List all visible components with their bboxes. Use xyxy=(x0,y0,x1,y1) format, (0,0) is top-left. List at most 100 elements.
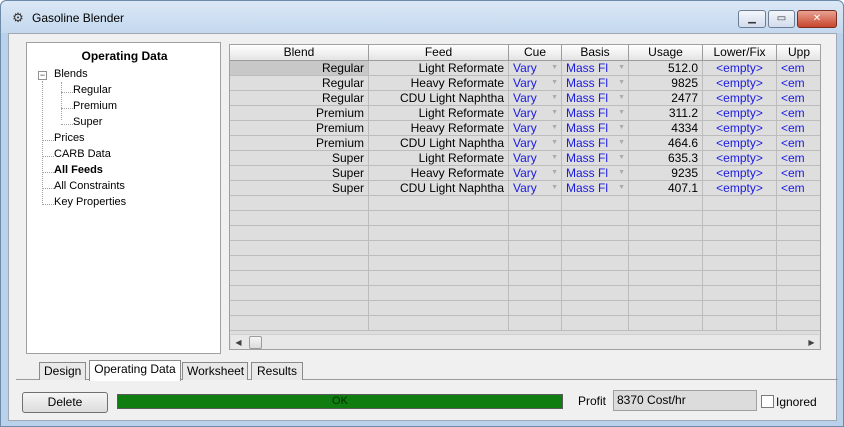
tree-item-carb-data[interactable]: CARB Data xyxy=(54,148,111,160)
cell-cue[interactable]: Vary ▼ xyxy=(509,76,562,91)
cell-upper[interactable]: <em xyxy=(777,121,820,136)
dropdown-arrow-icon[interactable]: ▼ xyxy=(551,106,558,120)
cell-lower-fix[interactable]: <empty> xyxy=(703,121,777,136)
cell-usage[interactable]: 635.3 xyxy=(629,151,703,166)
empty-cell[interactable] xyxy=(509,226,562,241)
empty-cell[interactable] xyxy=(703,271,777,286)
empty-cell[interactable] xyxy=(629,256,703,271)
empty-cell[interactable] xyxy=(777,226,820,241)
cell-cue[interactable]: Vary ▼ xyxy=(509,136,562,151)
column-header-feed[interactable]: Feed xyxy=(369,45,509,61)
empty-cell[interactable] xyxy=(629,301,703,316)
cell-blend[interactable]: Regular xyxy=(230,61,369,76)
empty-cell[interactable] xyxy=(230,241,369,256)
cell-blend[interactable]: Regular xyxy=(230,91,369,106)
cell-basis[interactable]: Mass Fl ▼ xyxy=(562,181,629,196)
cell-basis[interactable]: Mass Fl ▼ xyxy=(562,136,629,151)
dropdown-arrow-icon[interactable]: ▼ xyxy=(618,106,625,120)
dropdown-arrow-icon[interactable]: ▼ xyxy=(618,151,625,165)
cell-lower-fix[interactable]: <empty> xyxy=(703,151,777,166)
empty-cell[interactable] xyxy=(369,256,509,271)
cell-usage[interactable]: 311.2 xyxy=(629,106,703,121)
empty-cell[interactable] xyxy=(703,256,777,271)
cell-upper[interactable]: <em xyxy=(777,106,820,121)
column-header-lower-fix[interactable]: Lower/Fix xyxy=(703,45,777,61)
empty-cell[interactable] xyxy=(703,286,777,301)
dropdown-arrow-icon[interactable]: ▼ xyxy=(551,91,558,105)
empty-cell[interactable] xyxy=(230,286,369,301)
cell-basis[interactable]: Mass Fl ▼ xyxy=(562,61,629,76)
tree-item-blends[interactable]: Blends xyxy=(54,68,88,80)
dropdown-arrow-icon[interactable]: ▼ xyxy=(551,181,558,195)
cell-blend[interactable]: Premium xyxy=(230,121,369,136)
cell-lower-fix[interactable]: <empty> xyxy=(703,106,777,121)
empty-cell[interactable] xyxy=(629,196,703,211)
empty-cell[interactable] xyxy=(369,301,509,316)
empty-cell[interactable] xyxy=(230,271,369,286)
empty-cell[interactable] xyxy=(230,256,369,271)
tree-item-premium[interactable]: Premium xyxy=(73,100,117,112)
cell-feed[interactable]: Light Reformate xyxy=(369,151,509,166)
dropdown-arrow-icon[interactable]: ▼ xyxy=(551,166,558,180)
empty-cell[interactable] xyxy=(629,316,703,331)
cell-upper[interactable]: <em xyxy=(777,76,820,91)
dropdown-arrow-icon[interactable]: ▼ xyxy=(551,61,558,75)
empty-cell[interactable] xyxy=(230,196,369,211)
empty-cell[interactable] xyxy=(509,271,562,286)
empty-cell[interactable] xyxy=(629,271,703,286)
cell-lower-fix[interactable]: <empty> xyxy=(703,76,777,91)
empty-cell[interactable] xyxy=(509,256,562,271)
tree-item-key-properties[interactable]: Key Properties xyxy=(54,196,126,208)
empty-cell[interactable] xyxy=(562,286,629,301)
dropdown-arrow-icon[interactable]: ▼ xyxy=(618,136,625,150)
empty-cell[interactable] xyxy=(562,301,629,316)
cell-usage[interactable]: 464.6 xyxy=(629,136,703,151)
cell-cue[interactable]: Vary ▼ xyxy=(509,121,562,136)
empty-cell[interactable] xyxy=(777,301,820,316)
empty-cell[interactable] xyxy=(509,301,562,316)
scroll-thumb[interactable] xyxy=(249,336,262,349)
cell-lower-fix[interactable]: <empty> xyxy=(703,181,777,196)
cell-feed[interactable]: CDU Light Naphtha xyxy=(369,91,509,106)
empty-cell[interactable] xyxy=(369,211,509,226)
scroll-right-icon[interactable]: ▶ xyxy=(804,335,819,349)
empty-cell[interactable] xyxy=(562,211,629,226)
minimize-button[interactable]: ▁ xyxy=(738,10,766,28)
tab-worksheet[interactable]: Worksheet xyxy=(182,362,248,380)
empty-cell[interactable] xyxy=(562,241,629,256)
cell-cue[interactable]: Vary ▼ xyxy=(509,151,562,166)
cell-feed[interactable]: CDU Light Naphtha xyxy=(369,136,509,151)
cell-upper[interactable]: <em xyxy=(777,166,820,181)
ignored-checkbox[interactable] xyxy=(761,395,774,408)
column-header-upper[interactable]: Upp xyxy=(777,45,820,61)
empty-cell[interactable] xyxy=(777,256,820,271)
column-header-blend[interactable]: Blend xyxy=(230,45,369,61)
empty-cell[interactable] xyxy=(777,211,820,226)
tree-item-regular[interactable]: Regular xyxy=(73,84,112,96)
empty-cell[interactable] xyxy=(509,241,562,256)
tab-design[interactable]: Design xyxy=(39,362,86,380)
cell-cue[interactable]: Vary ▼ xyxy=(509,91,562,106)
empty-cell[interactable] xyxy=(369,196,509,211)
dropdown-arrow-icon[interactable]: ▼ xyxy=(618,121,625,135)
empty-cell[interactable] xyxy=(777,271,820,286)
dropdown-arrow-icon[interactable]: ▼ xyxy=(618,166,625,180)
dropdown-arrow-icon[interactable]: ▼ xyxy=(551,76,558,90)
scroll-left-icon[interactable]: ◀ xyxy=(231,335,246,349)
cell-blend[interactable]: Super xyxy=(230,181,369,196)
empty-cell[interactable] xyxy=(703,301,777,316)
collapse-blends-icon[interactable]: − xyxy=(38,71,47,80)
horizontal-scrollbar[interactable]: ◀ ▶ xyxy=(231,334,819,349)
cell-cue[interactable]: Vary ▼ xyxy=(509,106,562,121)
cell-lower-fix[interactable]: <empty> xyxy=(703,166,777,181)
cell-usage[interactable]: 9825 xyxy=(629,76,703,91)
tab-results[interactable]: Results xyxy=(251,362,303,380)
cell-cue[interactable]: Vary ▼ xyxy=(509,181,562,196)
tab-operating-data[interactable]: Operating Data xyxy=(89,360,181,381)
column-header-basis[interactable]: Basis xyxy=(562,45,629,61)
empty-cell[interactable] xyxy=(509,286,562,301)
empty-cell[interactable] xyxy=(509,316,562,331)
cell-upper[interactable]: <em xyxy=(777,181,820,196)
empty-cell[interactable] xyxy=(369,271,509,286)
empty-cell[interactable] xyxy=(562,226,629,241)
